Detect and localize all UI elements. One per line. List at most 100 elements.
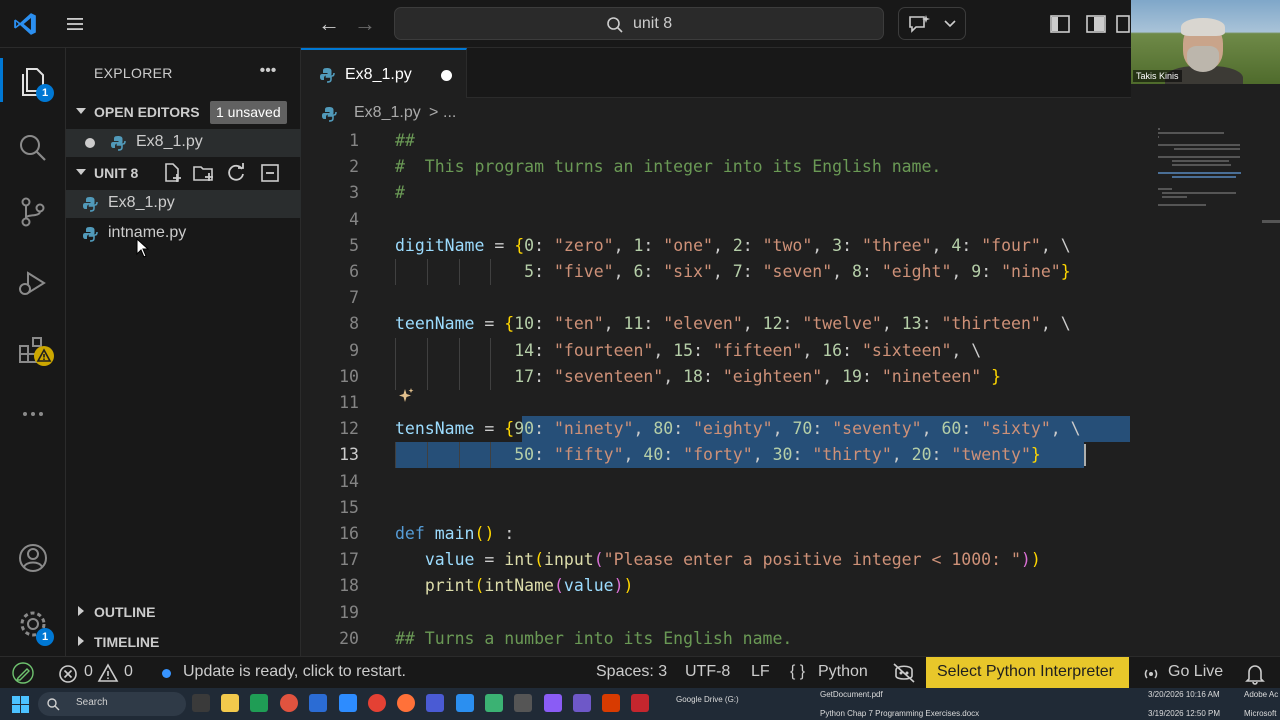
code-line[interactable]: 18 print(intName(value)) — [301, 573, 1151, 599]
code-text[interactable]: 50: "fifty", 40: "forty", 30: "thirty", … — [395, 442, 1041, 468]
activity-more[interactable] — [0, 384, 66, 440]
tab-ex8-1[interactable]: Ex8_1.py — [301, 48, 467, 98]
gdrive-label[interactable]: Google Drive (G:) — [676, 695, 739, 704]
back-arrow-icon[interactable]: ← — [316, 12, 342, 36]
code-line[interactable]: 3 # — [301, 180, 1151, 206]
update-notice[interactable]: Update is ready, click to restart. — [183, 663, 406, 681]
app-icon[interactable] — [485, 694, 503, 712]
code-line[interactable]: 12 tensName = {90: "ninety", 80: "eighty"… — [301, 416, 1151, 443]
code-line[interactable]: 2 # This program turns an integer into it… — [301, 154, 1151, 180]
app-icon[interactable] — [631, 694, 649, 712]
timeline-section[interactable]: TIMELINE — [66, 628, 301, 656]
warning-count[interactable]: 0 — [124, 663, 133, 681]
code-text[interactable]: # This program turns an integer into its… — [395, 154, 941, 180]
activity-extensions[interactable] — [0, 320, 66, 376]
error-icon[interactable] — [58, 664, 78, 684]
acrobat-icon[interactable] — [602, 694, 620, 712]
code-line[interactable]: 11 — [301, 390, 1151, 416]
code-line[interactable]: 1 ## — [301, 128, 1151, 154]
code-line[interactable]: 9 14: "fourteen", 15: "fifteen", 16: "si… — [301, 337, 1151, 364]
code-text[interactable]: teenName = {10: "ten", 11: "eleven", 12:… — [395, 311, 1071, 337]
code-text[interactable]: digitName = {0: "zero", 1: "one", 2: "tw… — [395, 233, 1071, 259]
code-line[interactable]: 5 digitName = {0: "zero", 1: "one", 2: "t… — [301, 233, 1151, 259]
doc2-label[interactable]: Python Chap 7 Programming Exercises.docx — [820, 709, 979, 718]
vscode-taskbar-icon[interactable] — [456, 694, 474, 712]
notifications-bell-icon[interactable] — [1245, 663, 1265, 685]
code-text[interactable]: # — [395, 180, 405, 206]
code-line[interactable]: 15 — [301, 495, 1151, 521]
copilot-button[interactable] — [898, 7, 966, 40]
collapse-all-icon[interactable] — [258, 161, 282, 185]
open-editor-item[interactable]: Ex8_1.py — [66, 129, 301, 157]
scrollbar-marker[interactable] — [1262, 220, 1280, 223]
breadcrumb-symbols[interactable]: ... — [443, 104, 456, 122]
activity-accounts[interactable] — [0, 528, 66, 584]
doc1-label[interactable]: GetDocument.pdf — [820, 690, 883, 699]
minimap[interactable] — [1158, 128, 1266, 268]
app-icon[interactable] — [514, 694, 532, 712]
outlook-icon[interactable] — [309, 694, 327, 712]
copilot-disabled-icon[interactable] — [892, 662, 916, 684]
code-line[interactable]: 8 teenName = {10: "ten", 11: "eleven", 12… — [301, 311, 1151, 337]
activity-source-control[interactable] — [0, 182, 66, 238]
code-text[interactable]: def main() : — [395, 521, 514, 547]
code-text[interactable]: 5: "five", 6: "six", 7: "seven", 8: "eig… — [395, 259, 1070, 285]
code-text[interactable]: print(intName(value)) — [395, 573, 634, 599]
code-line[interactable]: 7 — [301, 285, 1151, 311]
refresh-icon[interactable] — [224, 161, 248, 185]
code-text[interactable]: ## Turns a number into its English name. — [395, 626, 792, 652]
activity-explorer[interactable]: 1 — [0, 52, 66, 108]
code-line[interactable]: 20 ## Turns a number into its English nam… — [301, 626, 1151, 652]
toggle-primary-sidebar-icon[interactable] — [1048, 12, 1072, 36]
chrome-icon[interactable] — [368, 694, 386, 712]
file-item-intname[interactable]: intname.py — [66, 220, 301, 248]
file-explorer-icon[interactable] — [221, 694, 239, 712]
indentation[interactable]: Spaces: 3 — [596, 663, 667, 681]
code-line[interactable]: 16 def main() : — [301, 521, 1151, 547]
app-icon[interactable] — [280, 694, 298, 712]
app-icon[interactable] — [573, 694, 591, 712]
activity-search[interactable] — [0, 118, 66, 174]
open-editors-section[interactable]: OPEN EDITORS 1 unsaved — [66, 98, 301, 126]
code-line[interactable]: 19 — [301, 600, 1151, 626]
excel-icon[interactable] — [250, 694, 268, 712]
teams-icon[interactable] — [426, 694, 444, 712]
zoom-icon[interactable] — [339, 694, 357, 712]
vscode-logo-icon[interactable] — [12, 11, 38, 37]
task-view-icon[interactable] — [192, 694, 210, 712]
warning-icon[interactable] — [97, 663, 119, 683]
braces-icon[interactable]: { } — [790, 663, 805, 681]
customize-layout-icon[interactable] — [1116, 12, 1130, 36]
end-of-line[interactable]: LF — [751, 663, 770, 681]
code-text[interactable]: 17: "seventeen", 18: "eighteen", 19: "ni… — [395, 364, 1001, 390]
code-line[interactable]: 13 50: "fifty", 40: "forty", 30: "thirty… — [301, 442, 1151, 469]
select-interpreter-button[interactable]: Select Python Interpreter — [926, 657, 1129, 689]
language-mode[interactable]: Python — [818, 663, 868, 681]
code-line[interactable]: 14 — [301, 469, 1151, 495]
activity-manage[interactable]: 1 — [0, 594, 66, 650]
windows-start-icon[interactable] — [12, 696, 29, 713]
firefox-icon[interactable] — [397, 694, 415, 712]
right-item-1[interactable]: Adobe Ac — [1244, 690, 1278, 699]
code-editor[interactable]: Ex8_1.py > ... 1 ## 2 # This program turns … — [301, 98, 1280, 656]
taskbar-search[interactable]: Search — [38, 692, 186, 716]
code-line[interactable]: 17 value = int(input("Please enter a pos… — [301, 547, 1151, 573]
code-line[interactable]: 4 — [301, 207, 1151, 233]
unsaved-dot-icon[interactable] — [441, 70, 452, 81]
activity-run-debug[interactable] — [0, 254, 66, 310]
command-center-search[interactable]: unit 8 — [394, 7, 884, 40]
hamburger-menu-icon[interactable] — [62, 12, 88, 36]
more-actions-icon[interactable]: ••• — [258, 62, 278, 82]
error-count[interactable]: 0 — [84, 663, 93, 681]
code-text[interactable]: ## — [395, 128, 415, 154]
broadcast-icon[interactable] — [1141, 664, 1161, 684]
folder-section[interactable]: UNIT 8 — [66, 159, 301, 187]
outline-section[interactable]: OUTLINE — [66, 598, 301, 626]
go-live-button[interactable]: Go Live — [1168, 663, 1223, 681]
code-text[interactable]: value = int(input("Please enter a positi… — [395, 547, 1041, 573]
forward-arrow-icon[interactable]: → — [352, 12, 378, 36]
right-item-2[interactable]: Microsoft — [1244, 709, 1276, 718]
app-icon[interactable] — [544, 694, 562, 712]
new-file-icon[interactable] — [160, 161, 184, 185]
encoding[interactable]: UTF-8 — [685, 663, 730, 681]
